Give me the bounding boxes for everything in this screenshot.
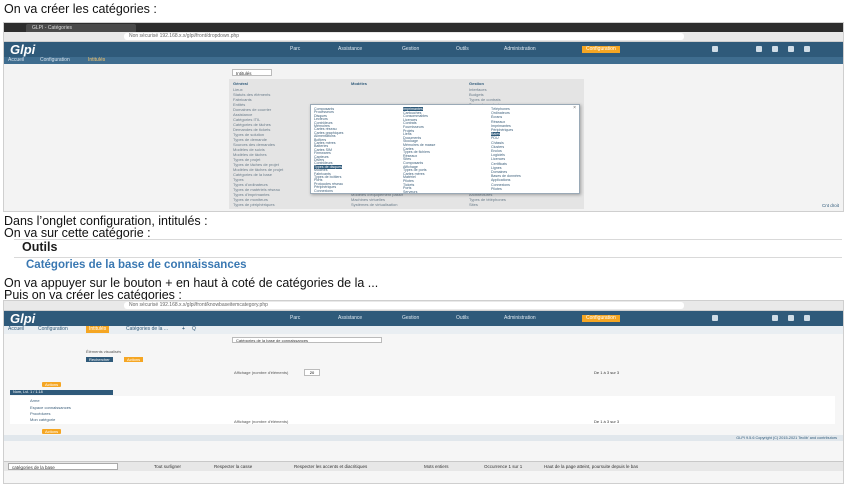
browser-address-bar: Non sécurisé 192.168.x.x/glpi/front/drop…: [4, 32, 843, 42]
list-item[interactable]: Systèmes de virtualisation: [351, 202, 397, 207]
dropdown-type-select[interactable]: Catégories de la base de connaissances: [232, 337, 382, 343]
breadcrumb-knowledge-categories[interactable]: Catégories de la ...: [126, 326, 168, 333]
list-item[interactable]: Espace connaissances: [30, 405, 71, 410]
screenshot-knowledge-categories: Non sécurisé 192.168.x.x/glpi/front/know…: [3, 300, 844, 484]
menu-gestion[interactable]: Gestion: [402, 315, 419, 321]
list-item[interactable]: Sites: [469, 202, 478, 207]
list-item[interactable]: Procédures: [30, 411, 50, 416]
help-icon[interactable]: [756, 46, 762, 52]
pagination-label: De 1 à 3 sur 3: [594, 370, 620, 375]
breadcrumb-configuration[interactable]: Configuration: [38, 326, 68, 333]
glpi-logo[interactable]: Glpi: [10, 311, 35, 326]
search-icon[interactable]: Q: [192, 326, 196, 333]
menu-gestion[interactable]: Gestion: [402, 46, 419, 52]
breadcrumb-intitules[interactable]: Intitulés: [88, 57, 105, 64]
breadcrumb-intitules[interactable]: Intitulés: [86, 326, 110, 333]
browser-address-bar: Non sécurisé 192.168.x.x/glpi/front/know…: [4, 301, 843, 311]
system-tray: Cnt droit: [821, 203, 839, 208]
close-icon[interactable]: ×: [573, 105, 576, 111]
intitules-filter-select[interactable]: Intitulés: [232, 69, 272, 76]
breadcrumb: Accueil Configuration Intitulés Catégori…: [4, 326, 843, 334]
list-item[interactable]: Pilotes: [491, 187, 502, 191]
divider: [14, 239, 842, 240]
search-criteria-label[interactable]: Éléments visualisés: [86, 349, 286, 355]
glpi-header: Glpi Parc Assistance Gestion Outils Admi…: [4, 42, 843, 57]
glpi-logo[interactable]: Glpi: [10, 42, 35, 57]
breadcrumb-home[interactable]: Accueil: [8, 326, 24, 333]
search-button[interactable]: Rechercher: [86, 357, 113, 362]
breadcrumb-configuration[interactable]: Configuration: [40, 57, 70, 64]
actions-button-top[interactable]: Actions: [42, 382, 62, 387]
add-button[interactable]: +: [182, 326, 185, 333]
column-header-general: Général: [233, 81, 248, 86]
menu-configuration[interactable]: Configuration: [582, 46, 620, 53]
display-count-label: Affichage (nombre d'éléments): [234, 370, 289, 375]
list-item[interactable]: Arme: [30, 398, 40, 403]
divider: [14, 257, 842, 258]
menu-administration[interactable]: Administration: [504, 46, 536, 52]
outils-heading: Outils: [22, 240, 58, 254]
find-option-accents[interactable]: Respecter les accents et diacritiques: [294, 462, 367, 471]
display-count-label-bottom: Affichage (nombre d'éléments): [234, 419, 289, 424]
list-item[interactable]: Connexions: [314, 189, 333, 193]
home-icon[interactable]: [788, 315, 794, 321]
user-icon[interactable]: [712, 315, 718, 321]
menu-parc[interactable]: Parc: [290, 315, 300, 321]
find-option-highlight[interactable]: Tout surligner: [154, 462, 181, 471]
pagination-label-bottom: De 1 à 3 sur 3: [594, 419, 620, 424]
menu-outils[interactable]: Outils: [456, 315, 469, 321]
home-icon[interactable]: [788, 46, 794, 52]
list-item[interactable]: Serveurs: [403, 190, 417, 194]
list-item[interactable]: Mon catégorie: [30, 417, 55, 422]
column-header-gestion: Gestion: [469, 81, 484, 86]
url-input[interactable]: Non sécurisé 192.168.x.x/glpi/front/drop…: [124, 33, 684, 40]
star-icon[interactable]: [772, 315, 778, 321]
gear-icon[interactable]: [804, 315, 810, 321]
list-item[interactable]: Types de périphériques: [233, 202, 275, 207]
breadcrumb-home[interactable]: Accueil: [8, 57, 24, 64]
categories-list: Arme Espace connaissances Procédures Mon…: [10, 396, 835, 424]
find-hint: Haut de la page atteint, poursuite depui…: [544, 464, 639, 469]
find-result: Occurrence 1 sur 1: [484, 464, 523, 469]
find-option-whole-words[interactable]: Mots entiers: [424, 462, 449, 471]
display-count-select[interactable]: 20: [304, 369, 320, 376]
menu-outils[interactable]: Outils: [456, 46, 469, 52]
find-option-case[interactable]: Respecter la casse: [214, 462, 252, 471]
knowledge-base-categories-link[interactable]: Catégories de la base de connaissances: [26, 259, 247, 271]
browser-tab[interactable]: GLPI - Catégories: [26, 24, 136, 32]
gear-icon[interactable]: [804, 46, 810, 52]
browser-tab-bar: GLPI - Catégories: [4, 23, 843, 32]
user-icon[interactable]: [712, 46, 718, 52]
instruction-line-1: On va créer les catégories :: [4, 2, 157, 16]
menu-administration[interactable]: Administration: [504, 315, 536, 321]
glpi-header: Glpi Parc Assistance Gestion Outils Admi…: [4, 311, 843, 326]
find-bar: catégories de la base Tout surligner Res…: [4, 461, 843, 471]
star-icon[interactable]: [772, 46, 778, 52]
instruction-line-3: On va sur cette catégorie :: [4, 226, 151, 240]
menu-assistance[interactable]: Assistance: [338, 315, 362, 321]
column-header-modeles: Modèles: [351, 81, 368, 86]
menu-assistance[interactable]: Assistance: [338, 46, 362, 52]
url-input[interactable]: Non sécurisé 192.168.x.x/glpi/front/know…: [124, 302, 684, 309]
actions-button-bottom[interactable]: Actions: [42, 429, 62, 434]
dropdown-list: Composants Processeurs Disques Lecteurs Cont…: [310, 104, 580, 194]
find-input[interactable]: catégories de la base: [8, 463, 118, 470]
actions-button[interactable]: Actions: [124, 357, 144, 362]
menu-configuration[interactable]: Configuration: [582, 315, 620, 322]
footer-copyright: GLPI 9.5.6 Copyright (C) 2015-2021 Tecli…: [4, 435, 843, 441]
tree-header[interactable]: Nom, Lvl. 1 / 1.18: [10, 390, 113, 395]
menu-parc[interactable]: Parc: [290, 46, 300, 52]
breadcrumb: Accueil Configuration Intitulés: [4, 57, 843, 64]
screenshot-glpi-intitules: GLPI - Catégories Non sécurisé 192.168.x…: [3, 22, 844, 212]
